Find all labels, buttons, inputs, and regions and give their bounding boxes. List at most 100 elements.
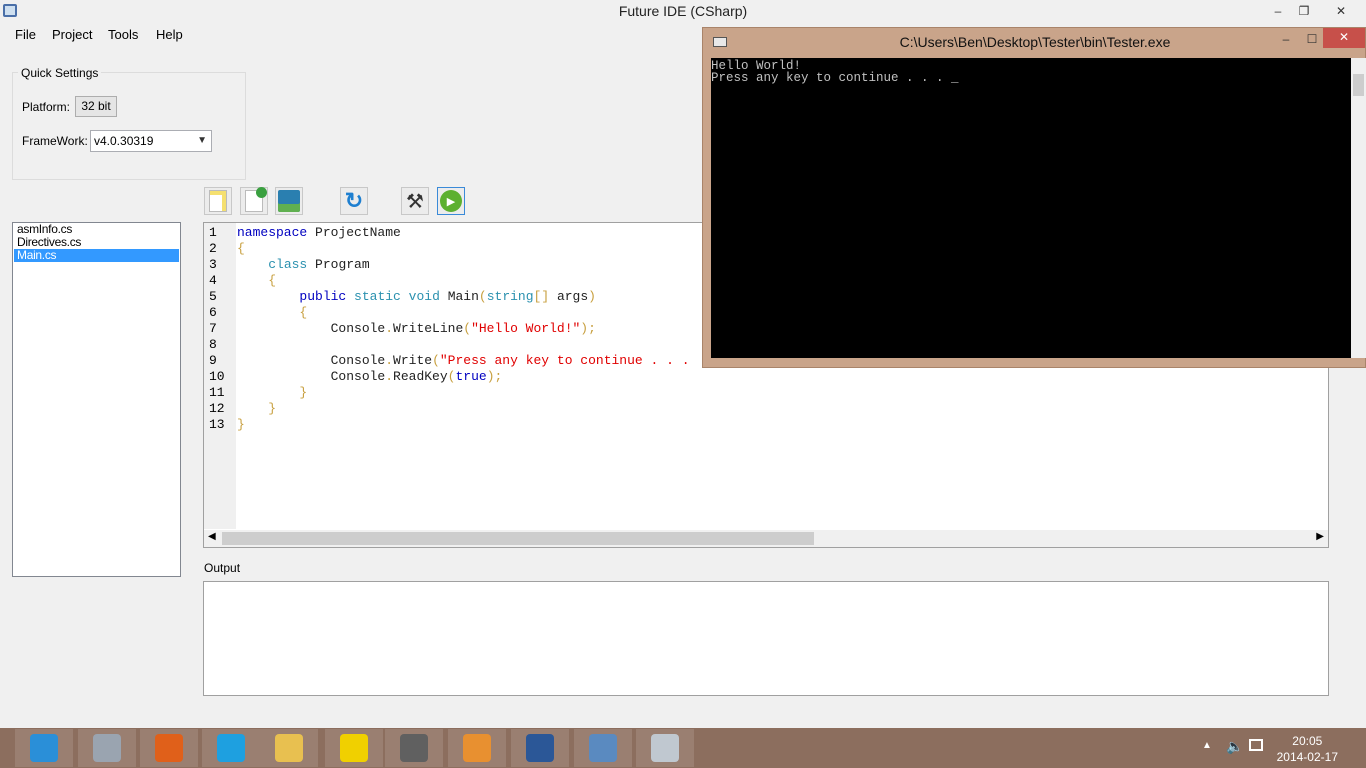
console-output[interactable]: Hello World! Press any key to continue .… <box>711 58 1351 358</box>
platform-button[interactable]: 32 bit <box>75 96 117 117</box>
add-file-icon <box>245 187 267 212</box>
taskbar-app-button[interactable] <box>78 729 136 767</box>
code-line: } <box>237 401 690 417</box>
code-token: Main <box>439 289 479 304</box>
clock[interactable]: 20:05 2014-02-17 <box>1277 733 1338 765</box>
line-number: 1 <box>209 225 217 240</box>
firefox-icon <box>155 734 183 762</box>
taskbar-app-button[interactable] <box>260 729 318 767</box>
code-token: static <box>354 289 401 304</box>
code-line: } <box>237 385 690 401</box>
code-token: } <box>237 417 245 432</box>
horizontal-scrollbar[interactable]: ◀ ▶ <box>204 530 1328 547</box>
network-icon[interactable] <box>1249 739 1263 751</box>
code-line: namespace ProjectName <box>237 225 690 241</box>
restore-button[interactable]: ❐ <box>1291 2 1317 20</box>
taskbar-app-button[interactable] <box>325 729 383 767</box>
scrollbar-thumb[interactable] <box>1353 74 1364 96</box>
code-token: Console <box>237 369 386 384</box>
clock-date: 2014-02-17 <box>1276 750 1338 764</box>
console-title: C:\Users\Ben\Desktop\Tester\bin\Tester.e… <box>899 34 1171 50</box>
skype-icon <box>217 734 245 762</box>
code-token: . <box>385 369 394 384</box>
code-token: void <box>408 289 440 304</box>
taskbar-app-button[interactable] <box>385 729 443 767</box>
console-close-button[interactable]: ✕ <box>1323 28 1365 48</box>
code-token: args <box>549 289 589 304</box>
console-minimize-button[interactable]: – <box>1273 30 1299 48</box>
code-token: { <box>237 241 245 256</box>
taskbar-app-button[interactable] <box>140 729 198 767</box>
code-line: { <box>237 305 690 321</box>
code-token: WriteLine <box>393 321 464 336</box>
line-number: 13 <box>209 417 225 432</box>
code-token: Program <box>307 257 370 272</box>
taskbar-app-button[interactable] <box>574 729 632 767</box>
code-text[interactable]: namespace ProjectName{ class Program { p… <box>237 225 690 433</box>
taskbar-app-button[interactable] <box>202 729 260 767</box>
code-token: string <box>486 289 534 304</box>
menu-bar: File Project Tools Help <box>0 25 700 45</box>
sharpdevelop-icon <box>400 734 428 762</box>
line-number: 10 <box>209 369 225 384</box>
taskbar-app-button[interactable] <box>448 729 506 767</box>
scroll-right-icon[interactable]: ▶ <box>1316 531 1324 542</box>
minimize-button[interactable]: – <box>1265 2 1291 20</box>
code-token: Console <box>237 353 386 368</box>
save-icon <box>278 190 300 212</box>
save-button[interactable] <box>275 187 303 215</box>
chevron-down-icon: ▼ <box>197 135 207 146</box>
taskbar-app-button[interactable] <box>15 729 73 767</box>
console-maximize-button[interactable]: ☐ <box>1299 30 1325 48</box>
code-token: { <box>237 305 308 320</box>
quick-settings-title: Quick Settings <box>18 66 102 80</box>
build-tools-button[interactable]: ⚒ <box>401 187 429 215</box>
code-line: Console.ReadKey(true); <box>237 369 690 385</box>
framework-select[interactable]: v4.0.30319 ▼ <box>90 130 212 152</box>
run-button[interactable]: ▶ <box>437 187 465 215</box>
code-token: ( <box>478 289 487 304</box>
framework-value: v4.0.30319 <box>94 134 154 148</box>
file-list: asmInfo.cs Directives.cs Main.cs <box>12 222 181 577</box>
taskbar-app-button[interactable] <box>511 729 569 767</box>
title-bar: Future IDE (CSharp) – ❐ ✕ <box>0 0 1366 23</box>
line-number: 9 <box>209 353 217 368</box>
code-token: ReadKey <box>393 369 448 384</box>
file-explorer-icon <box>275 734 303 762</box>
striped-app-icon <box>340 734 368 762</box>
refresh-button[interactable]: ↻ <box>340 187 368 215</box>
file-item-selected[interactable]: Main.cs <box>14 249 179 262</box>
platform-label: Platform: <box>22 100 71 114</box>
code-token: ); <box>486 369 503 384</box>
scroll-left-icon[interactable]: ◀ <box>208 531 216 542</box>
new-file-button[interactable] <box>204 187 232 215</box>
scrollbar-thumb[interactable] <box>222 532 814 545</box>
menu-file[interactable]: File <box>15 27 36 42</box>
window-title: Future IDE (CSharp) <box>618 3 748 19</box>
show-hidden-icons-icon[interactable]: ▲ <box>1202 740 1212 751</box>
close-button[interactable]: ✕ <box>1328 2 1354 20</box>
code-token: ( <box>463 321 472 336</box>
menu-tools[interactable]: Tools <box>108 27 138 42</box>
taskbar-app-button[interactable] <box>636 729 694 767</box>
line-number: 2 <box>209 241 217 256</box>
line-number: 6 <box>209 305 217 320</box>
code-token: ) <box>588 289 596 304</box>
output-panel[interactable] <box>203 581 1329 696</box>
build-tools-icon: ⚒ <box>406 190 424 213</box>
console-vertical-scrollbar[interactable] <box>1351 58 1366 358</box>
menu-project[interactable]: Project <box>52 27 92 42</box>
code-token: "Hello World!" <box>471 321 581 336</box>
add-file-button[interactable] <box>240 187 268 215</box>
code-token: [] <box>533 289 550 304</box>
volume-icon[interactable]: 🔈 <box>1226 738 1243 755</box>
quick-settings-group <box>12 72 246 180</box>
code-token: namespace <box>237 225 308 240</box>
code-line: Console.WriteLine("Hello World!"); <box>237 321 690 337</box>
menu-help[interactable]: Help <box>156 27 183 42</box>
code-token: ); <box>580 321 596 336</box>
code-token: { <box>237 273 277 288</box>
